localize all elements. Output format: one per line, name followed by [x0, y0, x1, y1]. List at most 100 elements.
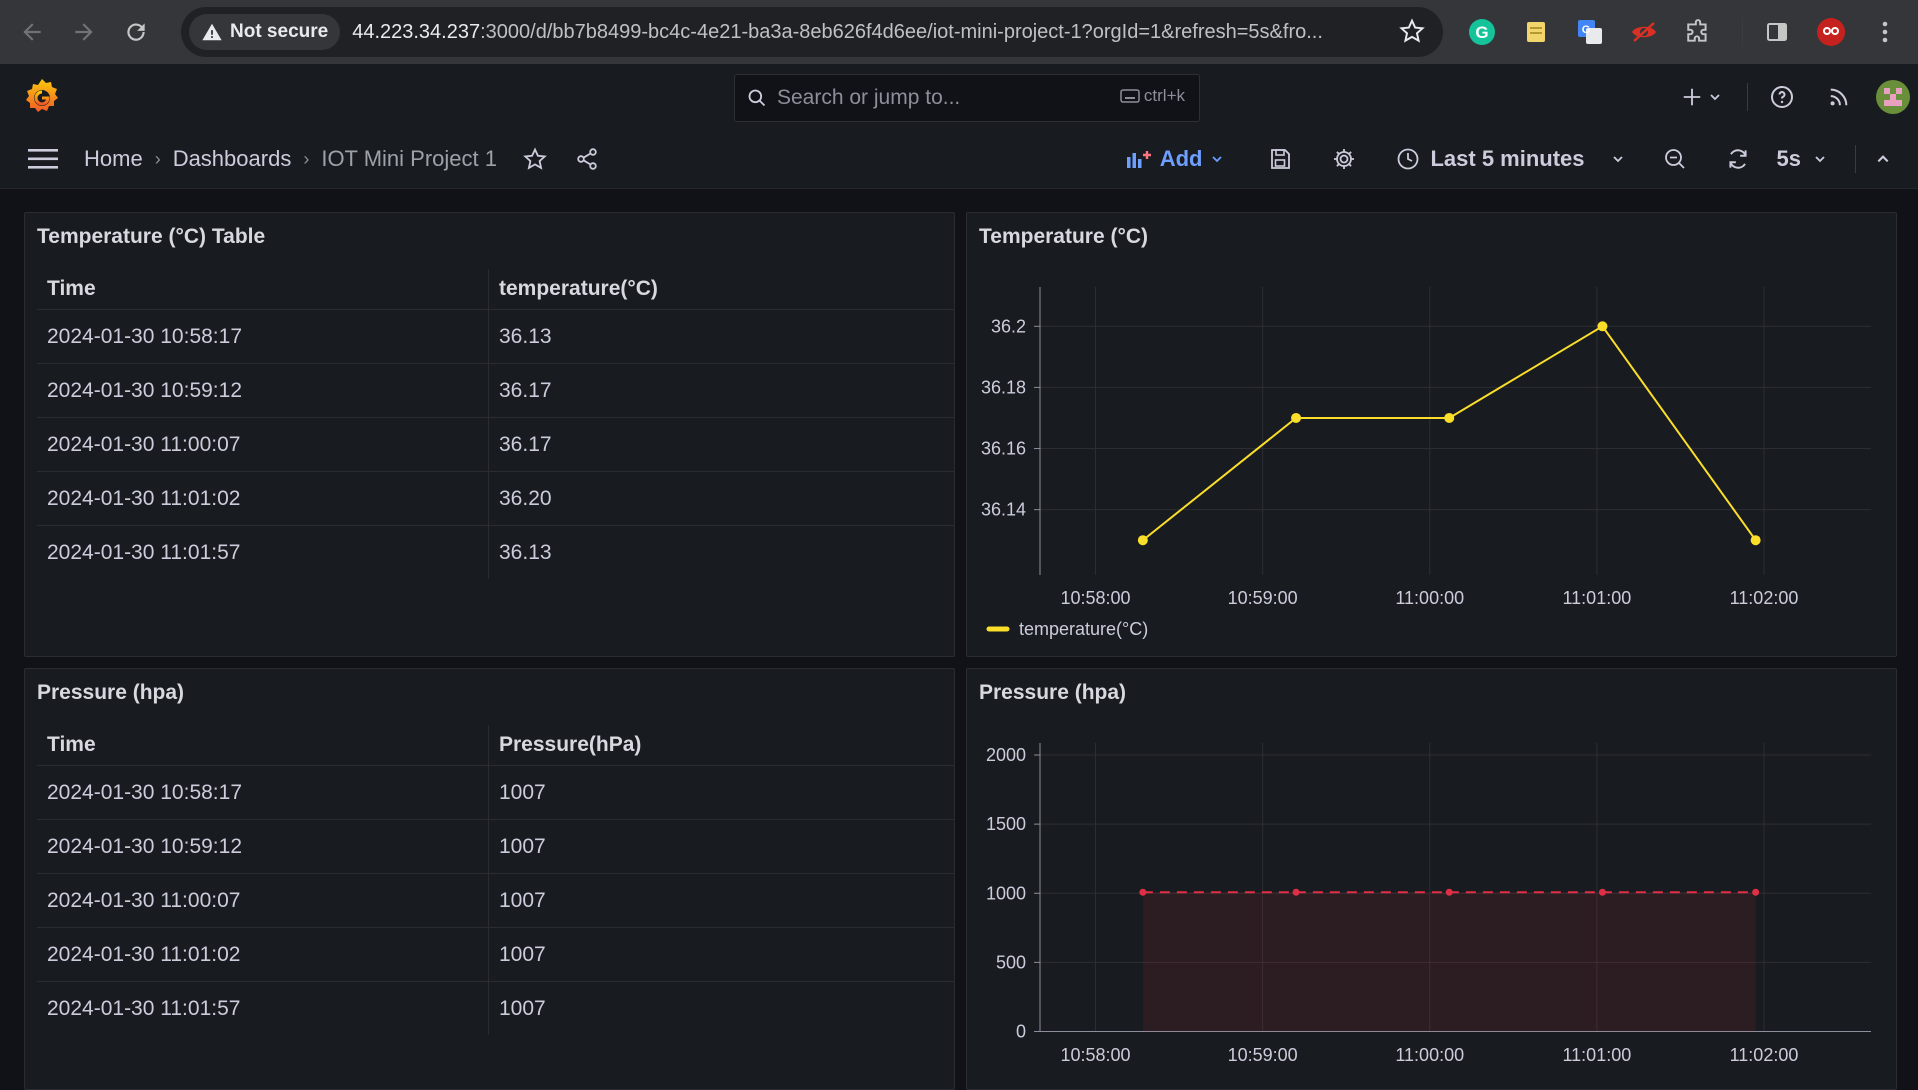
avatar-icon: [1876, 80, 1910, 114]
browser-menu-button[interactable]: [1863, 10, 1907, 54]
refresh-icon: [1728, 149, 1747, 169]
notes-extension[interactable]: [1514, 10, 1558, 54]
panel-title[interactable]: Temperature (°C) Table: [37, 225, 265, 249]
table-header-row: Time temperature(°C): [37, 269, 954, 310]
series-line: [1142, 324, 1757, 542]
zoom-out-button[interactable]: [1663, 147, 1687, 171]
pressure-chart-panel[interactable]: Pressure (hpa) 10:58:00 10:59:00 11:00:00 1…: [966, 668, 1897, 1090]
url-text[interactable]: 44.223.34.237:3000/d/bb7b8499-bc4c-4e21-…: [352, 21, 1392, 44]
grafana-top-bar: Search or jump to... ctrl+k: [0, 64, 1918, 131]
breadcrumb-separator-icon: ›: [303, 148, 310, 169]
svg-text:G: G: [1475, 23, 1488, 42]
time-cell: 2024-01-30 11:00:07: [37, 873, 489, 928]
temperature-chart[interactable]: 10:58:00 10:59:00 11:00:00 11:01:00 11:02:00…: [967, 213, 1896, 656]
search-shortcut: ctrl+k: [1120, 86, 1185, 106]
help-button[interactable]: [1770, 85, 1794, 109]
grafana-logo-icon[interactable]: [22, 76, 62, 118]
refresh-button[interactable]: [1725, 146, 1751, 172]
eye-off-icon: [1632, 22, 1656, 42]
security-chip[interactable]: Not secure: [189, 14, 341, 50]
back-button[interactable]: [8, 8, 56, 56]
x-tick-label: 11:02:00: [1730, 1045, 1799, 1065]
column-header[interactable]: Time: [37, 725, 489, 766]
zoom-out-icon: [1664, 149, 1685, 169]
dashboard-settings-button[interactable]: [1332, 147, 1356, 171]
gear-icon: [1334, 149, 1355, 169]
y-tick-label: 500: [996, 952, 1026, 972]
arrow-left-icon: [23, 23, 41, 41]
topbar-actions: [1681, 64, 1918, 130]
plus-icon: [1683, 88, 1701, 106]
side-panel-button[interactable]: [1755, 10, 1799, 54]
star-icon[interactable]: [523, 147, 547, 171]
value-cell: 1007: [499, 996, 546, 1020]
data-point: [1445, 888, 1453, 896]
pressure-chart[interactable]: 10:58:00 10:59:00 11:00:00 11:01:00 11:02:00…: [967, 669, 1896, 1089]
new-menu-button[interactable]: [1681, 86, 1721, 108]
temperature-table: Time temperature(°C) 2024-01-30 10:58:17…: [37, 269, 954, 579]
value-cell: 1007: [488, 873, 954, 928]
refresh-interval-picker[interactable]: 5s: [1777, 146, 1827, 172]
time-cell: 2024-01-30 11:01:02: [37, 927, 489, 982]
share-icon[interactable]: [575, 147, 599, 171]
help-icon: [1771, 86, 1793, 108]
rss-icon: [1830, 88, 1848, 106]
temperature-chart-panel[interactable]: Temperature (°C) 10:58:00 10:59:00 11:00:0…: [966, 212, 1897, 657]
temperature-table-panel[interactable]: Temperature (°C) Table Time temperature(…: [24, 212, 955, 657]
profile-button[interactable]: [1809, 10, 1853, 54]
extensions-button[interactable]: [1676, 10, 1720, 54]
series-area-fill: [1142, 892, 1756, 1032]
collapse-toolbar-button[interactable]: [1874, 152, 1892, 166]
column-header[interactable]: Time: [37, 269, 489, 310]
menu-icon[interactable]: [28, 148, 58, 170]
url-host: 44.223.34.237: [352, 20, 481, 43]
y-tick-label: 36.18: [981, 377, 1026, 397]
translate-extension[interactable]: G: [1568, 10, 1612, 54]
chevron-up-icon: [1877, 155, 1889, 163]
breadcrumb: Home › Dashboards › IOT Mini Project 1: [28, 130, 599, 188]
save-dashboard-button[interactable]: [1268, 147, 1292, 171]
more-vertical-icon: [1882, 21, 1888, 43]
table-row: 2024-01-30 10:58:17 36.13: [37, 309, 954, 364]
reload-button[interactable]: [112, 8, 160, 56]
user-avatar[interactable]: [1876, 80, 1910, 114]
column-header[interactable]: Pressure(hPa): [488, 725, 954, 766]
x-tick-label: 10:58:00: [1060, 1045, 1130, 1065]
keyboard-icon: [1120, 89, 1140, 103]
search-input[interactable]: Search or jump to... ctrl+k: [734, 74, 1200, 122]
chevron-down-icon: [1815, 156, 1825, 163]
breadcrumb-dashboards[interactable]: Dashboards: [173, 146, 292, 172]
table-row: 2024-01-30 11:01:02 36.20: [37, 471, 954, 526]
grammarly-extension[interactable]: G: [1460, 10, 1504, 54]
time-cell: 2024-01-30 11:01:02: [37, 471, 489, 526]
pressure-table-panel[interactable]: Pressure (hpa) Time Pressure(hPa) 2024-0…: [24, 668, 955, 1090]
forward-button[interactable]: [60, 8, 108, 56]
time-range-label: Last 5 minutes: [1430, 146, 1585, 171]
x-tick-label: 11:02:00: [1730, 588, 1799, 608]
time-range-picker[interactable]: Last 5 minutes: [1396, 146, 1624, 172]
breadcrumb-home[interactable]: Home: [84, 146, 143, 172]
time-cell: 2024-01-30 10:58:17: [37, 765, 489, 820]
address-bar[interactable]: Not secure 44.223.34.237:3000/d/bb7b8499…: [181, 7, 1443, 57]
bookmark-star-icon[interactable]: [1399, 18, 1425, 44]
value-cell: 36.20: [488, 471, 954, 526]
table-row: 2024-01-30 11:01:57 36.13: [37, 525, 954, 579]
y-tick-label: 1500: [986, 814, 1026, 834]
reload-icon: [127, 23, 145, 41]
y-tick-label: 36.14: [981, 500, 1026, 520]
value-cell: 1007: [488, 819, 954, 874]
news-feed-button[interactable]: [1828, 86, 1850, 108]
chevron-down-icon: [1710, 94, 1720, 101]
clock-icon: [1398, 148, 1419, 170]
chevron-down-icon: [1612, 156, 1623, 163]
column-header[interactable]: temperature(°C): [488, 269, 954, 310]
chevron-down-icon: [1212, 156, 1223, 163]
time-cell: 2024-01-30 11:01:57: [37, 981, 489, 1035]
time-cell: 2024-01-30 10:59:12: [37, 363, 489, 418]
data-point: [1137, 535, 1148, 546]
eye-extension[interactable]: [1622, 10, 1666, 54]
x-tick-label: 10:59:00: [1228, 588, 1298, 608]
panel-title[interactable]: Pressure (hpa): [37, 681, 184, 705]
breadcrumb-current: IOT Mini Project 1: [321, 146, 497, 171]
add-button[interactable]: Add: [1126, 146, 1225, 172]
